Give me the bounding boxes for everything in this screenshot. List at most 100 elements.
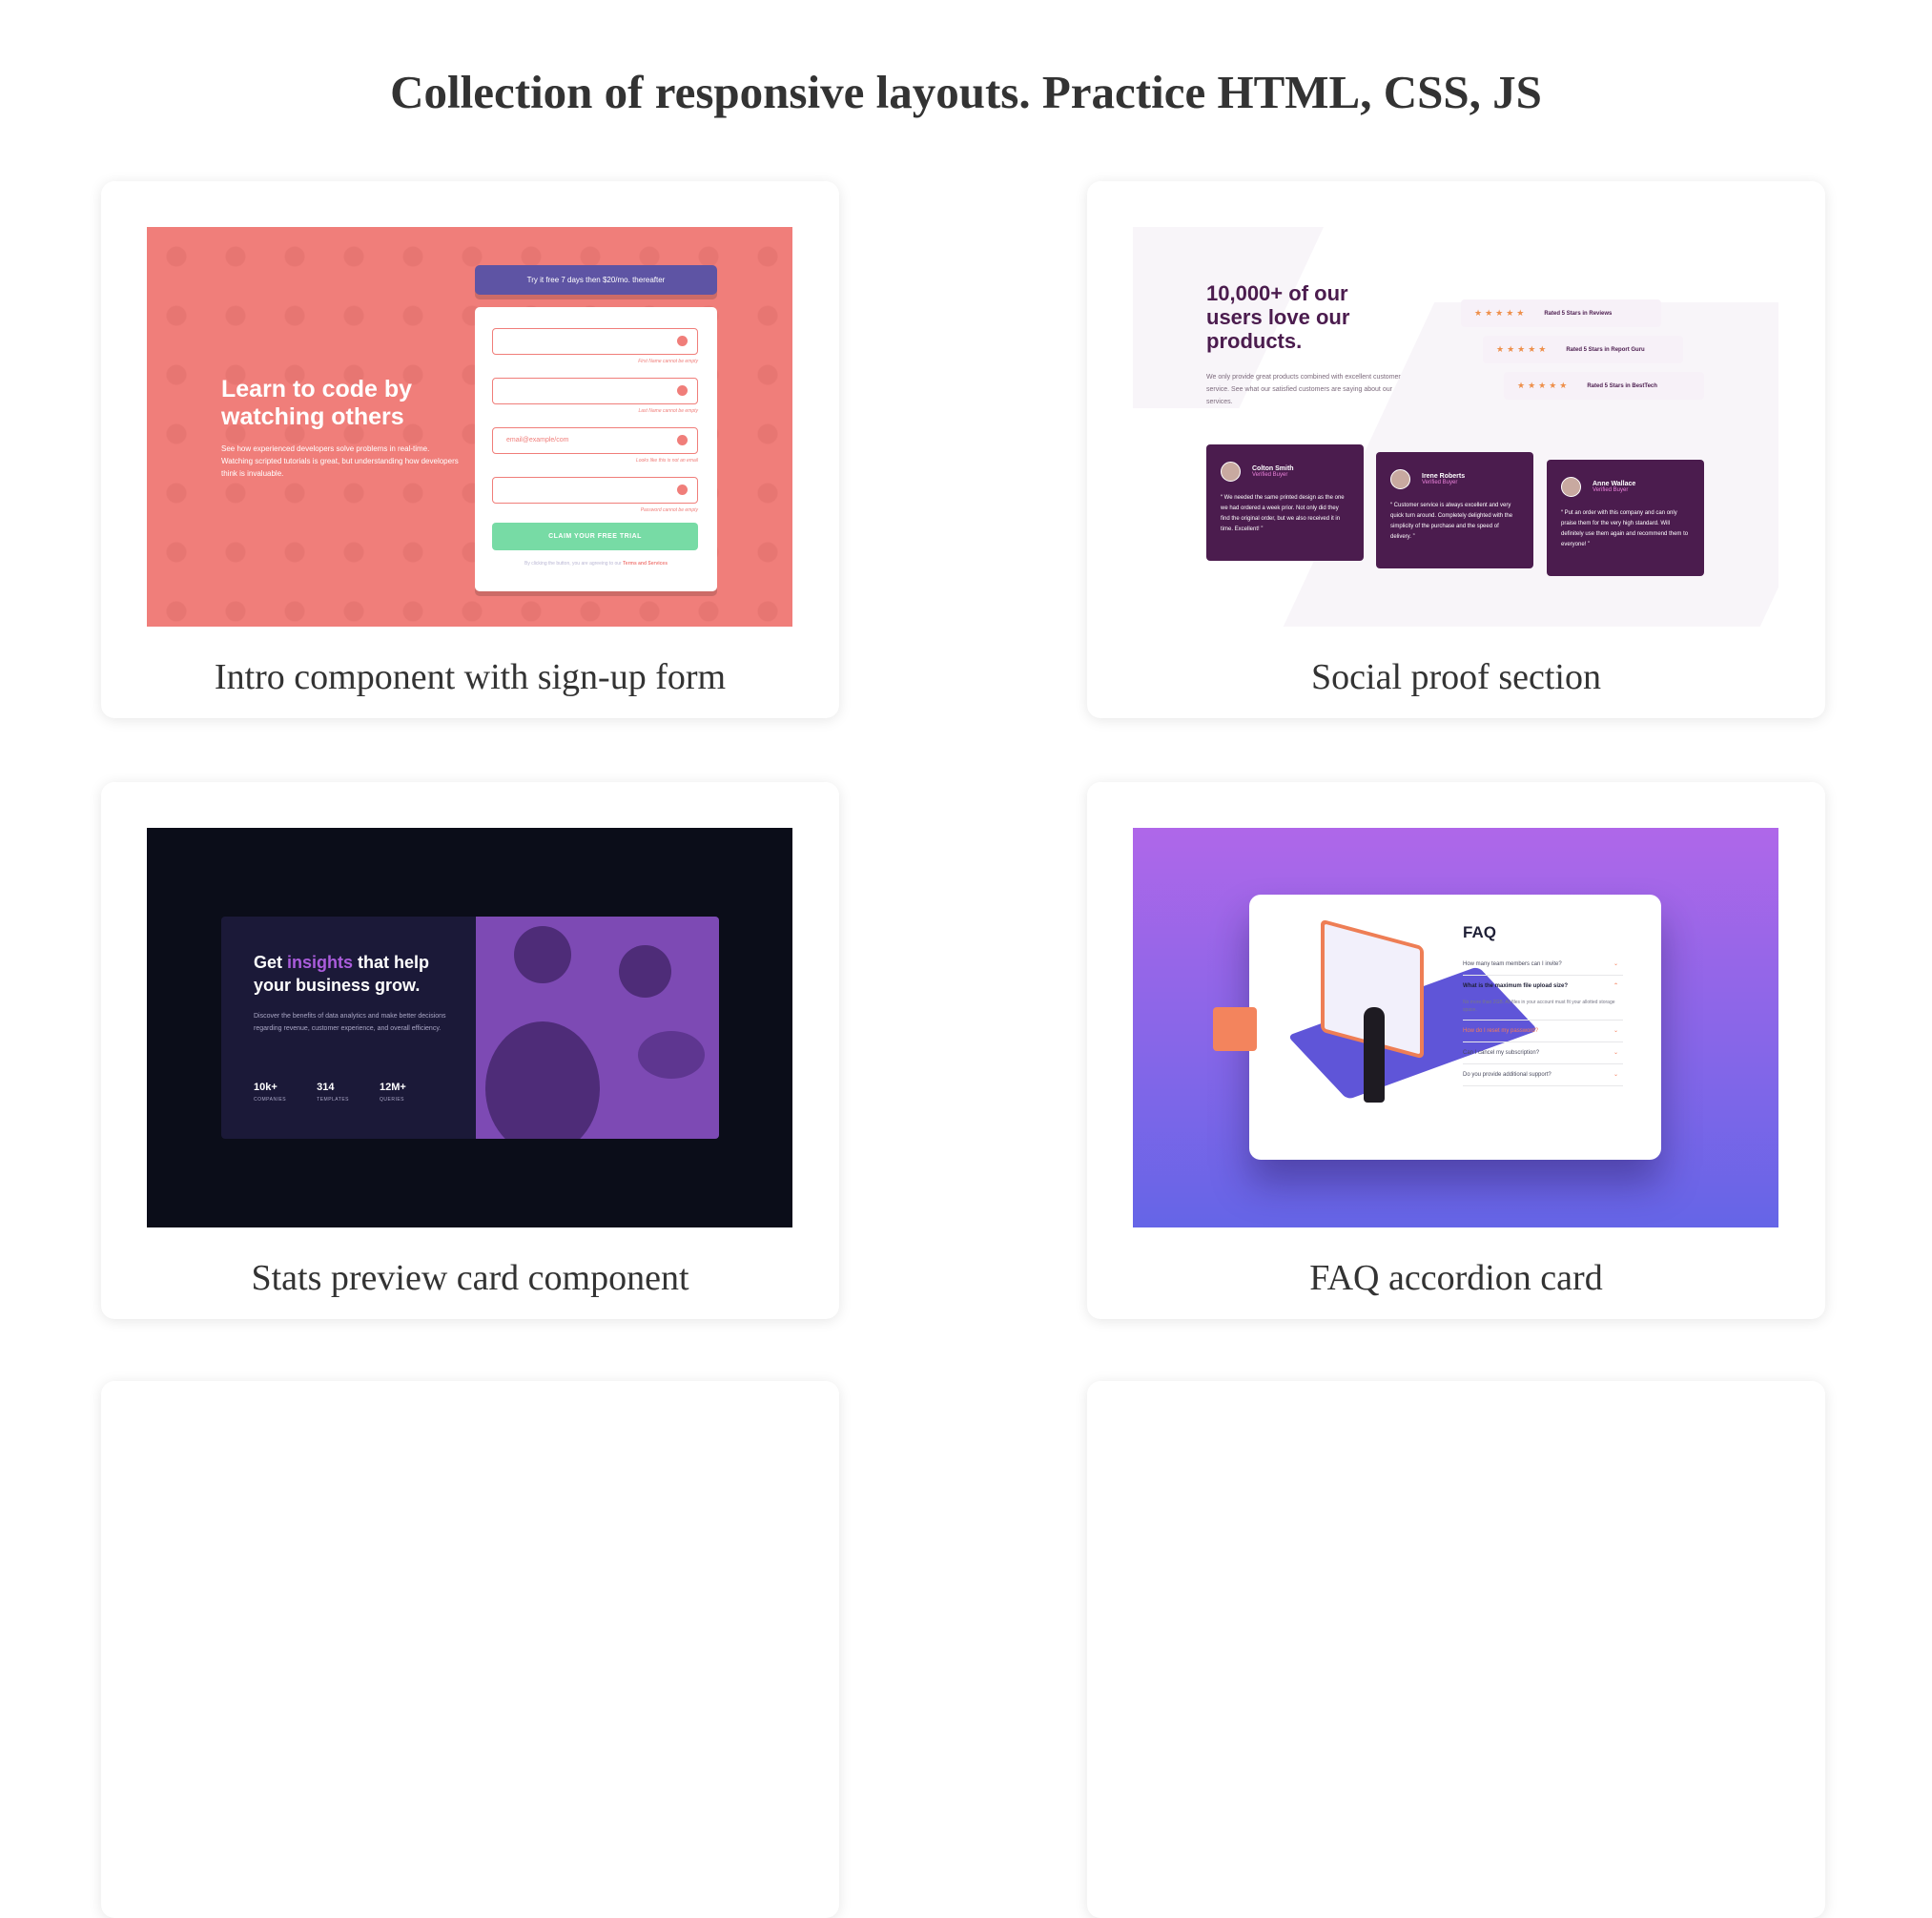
layout-card-stats-preview[interactable]: Get insights that help your business gro… <box>101 782 839 1319</box>
testimonial-name: Irene Roberts <box>1422 473 1466 480</box>
error-text: Last Name cannot be empty <box>638 408 698 414</box>
faq-question: Can I cancel my subscription? ⌄ <box>1463 1042 1623 1064</box>
terms-prefix: By clicking the button, you are agreeing… <box>524 561 622 567</box>
error-icon <box>677 336 688 346</box>
testimonial-name: Colton Smith <box>1252 465 1294 472</box>
question-text: Do you provide additional support? <box>1463 1072 1552 1078</box>
testimonial-card: Colton Smith Verified Buyer “ We needed t… <box>1206 444 1364 561</box>
faq-question: What is the maximum file upload size? ⌃ <box>1463 976 1623 997</box>
illustration-person <box>1364 1007 1385 1103</box>
avatar <box>1221 462 1241 482</box>
stars-icon: ★★★★★ <box>1496 344 1550 354</box>
rating-label: Rated 5 Stars in Report Guru <box>1566 346 1645 353</box>
question-text: Can I cancel my subscription? <box>1463 1050 1540 1056</box>
error-icon <box>677 435 688 445</box>
faq-panel: FAQ How many team members can I invite? ⌄… <box>1213 895 1661 1160</box>
error-icon <box>677 385 688 396</box>
testimonial-quote: “ Put an order with this company and can… <box>1561 510 1689 547</box>
stats-text: Get insights that help your business gro… <box>254 951 454 1035</box>
chevron-down-icon: ⌄ <box>1613 1072 1618 1078</box>
first-name-field <box>492 328 698 355</box>
faq-question: How many team members can I invite? ⌄ <box>1463 954 1623 976</box>
faq-answer: No more than 2GB. All files in your acco… <box>1463 997 1623 1021</box>
card-caption: Stats preview card component <box>251 1258 689 1298</box>
layout-card-faq[interactable]: FAQ How many team members can I invite? ⌄… <box>1087 782 1825 1319</box>
error-text: Password cannot be empty <box>640 507 698 513</box>
testimonial-quote: “ We needed the same printed design as t… <box>1221 495 1345 532</box>
stat-value: 314 <box>317 1082 335 1093</box>
stat-item: 314 TEMPLATES <box>317 1082 349 1103</box>
preview-image-faq: FAQ How many team members can I invite? ⌄… <box>1133 828 1778 1227</box>
faq-heading: FAQ <box>1463 923 1496 941</box>
error-icon <box>677 485 688 495</box>
signup-form: First Name cannot be empty Last Name can… <box>475 307 717 591</box>
stat-label: COMPANIES <box>254 1097 287 1103</box>
faq-list: FAQ How many team members can I invite? ⌄… <box>1463 923 1623 1086</box>
testimonial-name: Anne Wallace <box>1593 481 1636 487</box>
testimonial-card: Irene Roberts Verified Buyer “ Customer s… <box>1376 452 1533 568</box>
card-caption: Social proof section <box>1311 657 1601 697</box>
stat-label: QUERIES <box>380 1097 405 1103</box>
terms-text: By clicking the button, you are agreeing… <box>475 561 717 567</box>
page-title: Collection of responsive layouts. Practi… <box>390 66 1542 118</box>
preview-image-social-proof: 10,000+ of our users love our products. … <box>1133 227 1778 627</box>
avatar <box>1561 477 1581 497</box>
verified-badge: Verified Buyer <box>1593 487 1629 493</box>
email-value: email@example/com <box>506 437 569 443</box>
question-text: How do I reset my password? <box>1463 1028 1539 1034</box>
stat-value: 12M+ <box>380 1082 406 1093</box>
preview-text: We only provide great products combined … <box>1206 374 1401 405</box>
question-text: How many team members can I invite? <box>1463 961 1562 967</box>
avatar <box>1390 469 1410 489</box>
illustration-box <box>1213 1007 1257 1051</box>
chevron-down-icon: ⌄ <box>1613 1050 1618 1056</box>
terms-link: Terms and Services <box>623 561 668 567</box>
chevron-up-icon: ⌃ <box>1613 983 1618 989</box>
preview-text: See how experienced developers solve pro… <box>221 444 459 478</box>
trial-banner: Try it free 7 days then $20/mo. thereaft… <box>475 265 717 295</box>
preview-heading: 10,000+ of our users love our products. <box>1206 281 1350 353</box>
preview-image-stats: Get insights that help your business gro… <box>147 828 792 1227</box>
preview-heading: Get insights that help your business gro… <box>254 951 454 997</box>
layout-card-partial[interactable] <box>101 1381 839 1918</box>
layout-card-social-proof[interactable]: 10,000+ of our users love our products. … <box>1087 181 1825 718</box>
faq-question: Do you provide additional support? ⌄ <box>1463 1064 1623 1086</box>
stat-item: 10k+ COMPANIES <box>254 1082 286 1103</box>
error-text: Looks like this is not an email <box>635 458 698 464</box>
stats-card: Get insights that help your business gro… <box>221 917 719 1139</box>
card-caption: Intro component with sign-up form <box>214 657 727 697</box>
card-caption: FAQ accordion card <box>1309 1258 1603 1298</box>
chevron-down-icon: ⌄ <box>1613 961 1618 967</box>
layout-card-intro[interactable]: Learn to code by watching others See how… <box>101 181 839 718</box>
heading-accent: insights <box>287 953 354 972</box>
email-field: email@example/com <box>492 427 698 454</box>
rating-pill: ★★★★★ Rated 5 Stars in Reviews <box>1461 299 1661 327</box>
layout-card-partial[interactable] <box>1087 1381 1825 1918</box>
rating-label: Rated 5 Stars in BestTech <box>1587 382 1657 389</box>
rating-label: Rated 5 Stars in Reviews <box>1544 310 1613 317</box>
password-field <box>492 477 698 504</box>
claim-button: CLAIM YOUR FREE TRIAL <box>492 523 698 550</box>
question-text: What is the maximum file upload size? <box>1463 983 1569 989</box>
stat-item: 12M+ QUERIES <box>380 1082 406 1103</box>
verified-badge: Verified Buyer <box>1252 472 1288 478</box>
stats-row: 10k+ COMPANIES 314 TEMPLATES 12M+ QUERIES <box>254 1082 406 1103</box>
error-text: First Name cannot be empty <box>638 359 698 364</box>
rating-pill: ★★★★★ Rated 5 Stars in Report Guru <box>1483 336 1683 363</box>
preview-hero: Learn to code by watching others See how… <box>221 376 460 480</box>
office-photo <box>476 917 719 1139</box>
testimonial-card: Anne Wallace Verified Buyer “ Put an orde… <box>1547 460 1704 576</box>
stars-icon: ★★★★★ <box>1474 308 1528 318</box>
chevron-down-icon: ⌄ <box>1613 1028 1618 1034</box>
verified-badge: Verified Buyer <box>1422 480 1458 485</box>
stat-label: TEMPLATES <box>317 1097 349 1103</box>
preview-image-intro: Learn to code by watching others See how… <box>147 227 792 627</box>
rating-pill: ★★★★★ Rated 5 Stars in BestTech <box>1504 372 1704 400</box>
faq-question: How do I reset my password? ⌄ <box>1463 1021 1623 1042</box>
stars-icon: ★★★★★ <box>1517 381 1571 390</box>
last-name-field <box>492 378 698 404</box>
preview-text: Discover the benefits of data analytics … <box>254 1013 446 1032</box>
testimonial-quote: “ Customer service is always excellent a… <box>1390 503 1513 540</box>
preview-heading: Learn to code by watching others <box>221 376 413 430</box>
heading-start: Get <box>254 953 288 972</box>
